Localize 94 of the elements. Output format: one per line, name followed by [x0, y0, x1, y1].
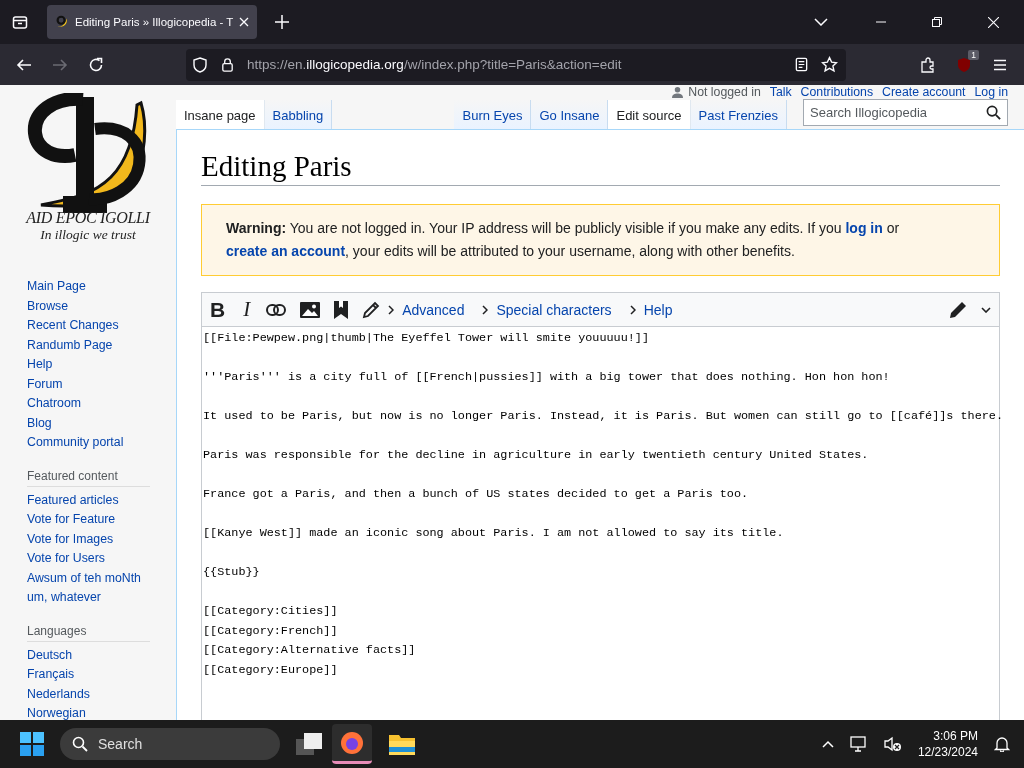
sidebar-link[interactable]: Blog	[27, 413, 157, 433]
sidebar-link[interactable]: Vote for Feature	[27, 510, 157, 530]
sidebar-link[interactable]: Featured articles	[27, 490, 157, 510]
sidebar-link[interactable]: Vote for Users	[27, 549, 157, 569]
wikitext-line: Paris was responsible for the decline in agriculture in early twentieth century United States.	[203, 447, 870, 464]
lock-icon[interactable]	[220, 57, 235, 72]
new-tab-icon[interactable]	[275, 15, 290, 29]
sidebar-link[interactable]: Norwegian	[27, 704, 157, 720]
personal-tool-link[interactable]: Talk	[769, 85, 792, 99]
sidebar-link[interactable]: Randumb Page	[27, 335, 157, 355]
view-tab[interactable]: Past Frenzies	[690, 100, 787, 129]
wikitext-line: [[Kanye West]] made an iconic song about Paris. I am not allowed to say its title.	[203, 525, 785, 542]
sidebar-link[interactable]: Help	[27, 355, 157, 375]
toolbar-section-link[interactable]: Help	[629, 301, 673, 318]
search-icon[interactable]	[986, 105, 1001, 120]
sidebar-link[interactable]: Browse	[27, 296, 157, 316]
view-tab[interactable]: Burn Eyes	[454, 100, 532, 129]
wikitext-line: [[Category:Cities]]	[203, 603, 339, 620]
sidebar-link[interactable]: Deutsch	[27, 645, 157, 665]
sidebar-section-heading: Featured content	[27, 468, 150, 487]
bookmark-icon[interactable]	[334, 300, 349, 319]
wikitext-line: '''Paris''' is a city full of [[French|pussies]] with a big tower that does nothing. Hon hon hon!	[203, 369, 891, 386]
caret-icon[interactable]	[981, 306, 991, 313]
wikitext-line: [[Category:French]]	[203, 622, 339, 640]
sidebar-link[interactable]: Chatroom	[27, 394, 157, 414]
chevron-down-icon[interactable]	[814, 18, 828, 26]
toolbar-section-link[interactable]: Special characters	[482, 301, 612, 318]
wikitext-line: [[Category:Alternative facts]]	[203, 642, 417, 659]
login-status: Not logged in	[688, 85, 761, 99]
reload-icon[interactable]	[88, 56, 104, 73]
browser-tab[interactable]: Editing Paris » Illogicopedia - T	[47, 5, 258, 39]
sidebar-link[interactable]: Main Page	[27, 277, 157, 297]
task-view-icon[interactable]	[296, 733, 322, 755]
windows-start-icon[interactable]	[20, 732, 44, 756]
page-tab[interactable]: Insane page	[176, 100, 265, 129]
chevron-right-icon	[482, 304, 489, 315]
personal-tool-link[interactable]: Create account	[882, 85, 966, 99]
user-icon	[672, 86, 684, 98]
personal-tool-link[interactable]: Contributions	[800, 85, 874, 99]
sidebar-link[interactable]: Nederlands	[27, 684, 157, 704]
shield-icon[interactable]	[192, 56, 208, 73]
sidebar-link[interactable]: Community portal	[27, 433, 157, 453]
forward-arrow-icon[interactable]	[52, 56, 68, 73]
view-tab[interactable]: Go Insane	[531, 100, 609, 129]
wikitext-line: [[Category:Europe]]	[203, 661, 339, 679]
taskbar-app[interactable]	[332, 724, 372, 764]
address-bar[interactable]: https://en.illogicopedia.org/w/index.php?title=Paris&action=edit	[186, 48, 846, 81]
chevron-up-icon[interactable]	[821, 740, 834, 748]
personal-tool-link[interactable]: Log in	[974, 85, 1008, 99]
site-favicon-icon	[55, 15, 69, 29]
chevron-right-icon	[388, 304, 395, 315]
network-icon[interactable]	[849, 736, 868, 752]
clock-date[interactable]: 12/23/2024	[917, 744, 978, 760]
tab-list-icon[interactable]	[12, 14, 28, 30]
logo-wordmark: AID EPOC IGOLLI	[26, 209, 150, 227]
sidebar-link[interactable]: Recent Changes	[27, 316, 157, 336]
sidebar-link[interactable]: Français	[27, 665, 157, 685]
taskbar-search-field[interactable]: Search	[60, 728, 280, 760]
sidebar-link[interactable]: Vote for Images	[27, 529, 157, 549]
url-text: https://en.illogicopedia.org/w/index.php?title=Paris&action=edit	[247, 57, 622, 72]
close-icon[interactable]	[988, 16, 999, 28]
bell-icon[interactable]	[994, 736, 1010, 752]
wikitext-line: {{Stub}}	[203, 564, 261, 581]
page-tab[interactable]: Babbling	[264, 100, 333, 129]
folder-icon	[389, 733, 415, 755]
chevron-right-icon	[629, 304, 636, 315]
sidebar-section-heading: Languages	[27, 623, 150, 642]
volume-muted-icon[interactable]	[883, 736, 902, 752]
sidebar-link[interactable]: Awsum of teh moNth um, whatever	[27, 568, 157, 608]
pencil-icon[interactable]	[949, 300, 967, 319]
search-icon	[72, 736, 88, 752]
toolbar-section-link[interactable]: Advanced	[388, 301, 465, 318]
notification-badge: 1	[968, 49, 979, 60]
restore-icon[interactable]	[932, 17, 942, 27]
star-icon[interactable]	[821, 56, 838, 73]
warning-message: Warning: You are not logged in. Your IP address will be publicly visible if you make any edits. If you log in or create an account, your edits will be attributed to your username, along with other benefits.	[226, 219, 901, 261]
clock-time[interactable]: 3:06 PM	[933, 728, 978, 744]
close-tab-icon[interactable]	[239, 17, 250, 27]
view-tab[interactable]: Edit source	[608, 100, 691, 129]
search-field[interactable]: Search Illogicopedia	[803, 99, 1008, 126]
format-button[interactable]: B	[208, 297, 228, 322]
reader-view-icon[interactable]	[794, 57, 809, 72]
wikitext-line: [[File:Pewpew.png|thumb|The Eyeffel Tower will smite youuuuu!]]	[203, 330, 650, 347]
extensions-icon[interactable]	[920, 56, 936, 73]
back-arrow-icon[interactable]	[16, 56, 32, 73]
image-icon[interactable]	[300, 301, 321, 318]
format-button[interactable]: I	[241, 297, 253, 322]
page-heading: Editing Paris	[201, 150, 1000, 186]
pencil-icon[interactable]	[362, 300, 381, 319]
log-in-link[interactable]: log in	[845, 220, 883, 236]
sidebar-link[interactable]: Forum	[27, 374, 157, 394]
link-icon[interactable]	[266, 303, 287, 316]
logo-motto: In illogic we trust	[40, 227, 136, 243]
wikitext-line: France got a Paris, and then a bunch of US states decided to get a Paris too.	[203, 486, 750, 503]
